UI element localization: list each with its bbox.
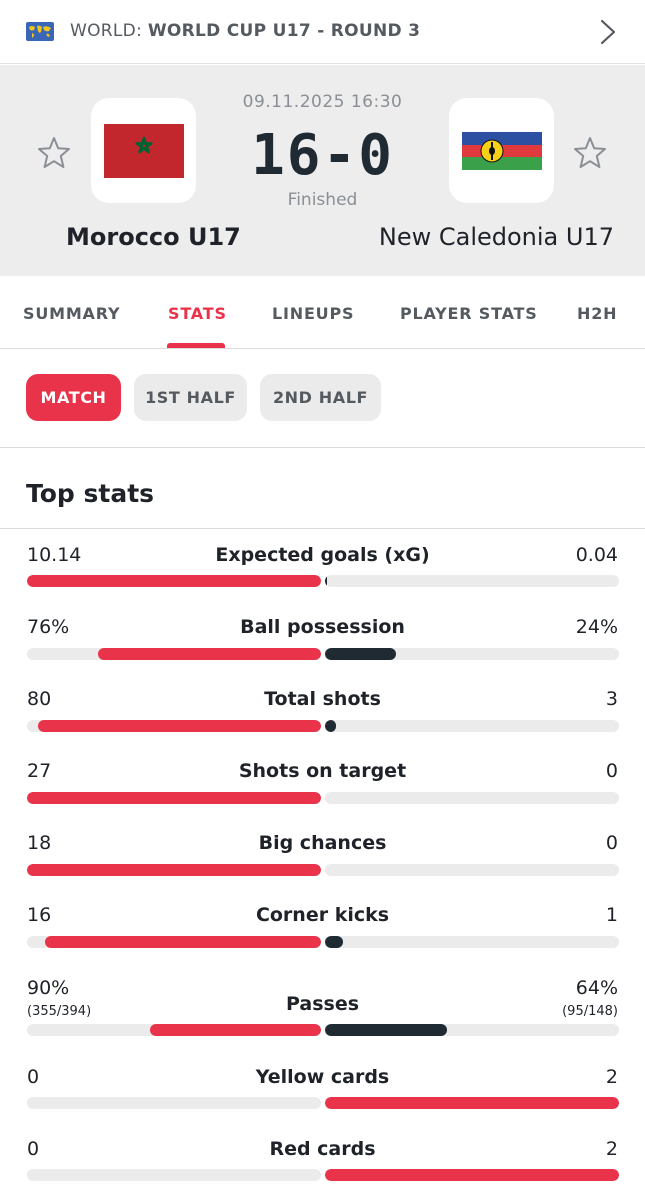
match-header: 09.11.2025 16:30 16-0 Finished Morocco U… (0, 65, 645, 276)
away-bar-track (325, 648, 619, 660)
tab-h2h[interactable]: H2H (577, 304, 617, 323)
home-bar-track (27, 575, 321, 587)
stat-away-value: 3 (605, 688, 618, 710)
home-bar-track (27, 1024, 321, 1036)
stat-away-value: 64% (575, 977, 618, 999)
section-title: Top stats (26, 479, 155, 508)
home-bar-fill (98, 648, 321, 660)
stat-label: Passes (285, 993, 360, 1015)
away-bar-track (325, 720, 619, 732)
stat-label: Expected goals (xG) (215, 544, 430, 566)
away-bar-fill (325, 936, 343, 948)
away-bar-fill (325, 1024, 447, 1036)
period-filter: MATCH 1ST HALF 2ND HALF (0, 350, 645, 448)
period-chip-match[interactable]: MATCH (26, 374, 121, 421)
stat-away-value: 0 (605, 760, 618, 782)
competition-name: WORLD CUP U17 - ROUND 3 (147, 21, 421, 41)
home-bar-track (27, 792, 321, 804)
away-bar-fill (325, 1169, 619, 1181)
home-bar-fill (27, 575, 321, 587)
tab-player-stats[interactable]: PLAYER STATS (400, 304, 538, 323)
stat-away-value: 0.04 (575, 544, 618, 566)
home-bar-fill (150, 1024, 321, 1036)
stat-label: Red cards (269, 1138, 376, 1160)
away-bar-fill (325, 720, 336, 732)
stat-label: Shots on target (238, 760, 407, 782)
stat-label: Total shots (264, 688, 381, 710)
stat-label: Yellow cards (255, 1066, 390, 1088)
home-bar-fill (38, 720, 321, 732)
stat-away-value: 2 (605, 1066, 618, 1088)
home-bar-fill (27, 864, 321, 876)
favorite-star-icon[interactable] (572, 135, 608, 171)
away-bar-fill (325, 648, 396, 660)
competition-bar[interactable]: WORLD: WORLD CUP U17 - ROUND 3 (0, 0, 645, 64)
competition-country: WORLD: (70, 21, 143, 41)
match-tabs: SUMMARY STATS LINEUPS PLAYER STATS H2H (0, 276, 645, 349)
away-bar-track (325, 1169, 619, 1181)
home-bar-track (27, 864, 321, 876)
section-divider (0, 528, 645, 529)
away-bar-fill (325, 1097, 619, 1109)
away-bar-track (325, 792, 619, 804)
stat-label: Ball possession (240, 616, 405, 638)
away-team-logo[interactable] (449, 98, 554, 203)
stat-away-value: 0 (605, 832, 618, 854)
stat-away-subvalue: (95/148) (562, 1004, 618, 1019)
home-bar-fill (27, 792, 321, 804)
away-bar-track (325, 575, 619, 587)
active-tab-indicator (167, 343, 225, 348)
competition-title: WORLD: WORLD CUP U17 - ROUND 3 (70, 21, 420, 41)
home-bar-fill (45, 936, 321, 948)
period-chip-2nd-half[interactable]: 2ND HALF (260, 374, 381, 421)
stat-away-value: 2 (605, 1138, 618, 1160)
stat-home-subvalue: (355/394) (27, 1004, 92, 1019)
home-bar-track (27, 1169, 321, 1181)
away-bar-fill (325, 575, 327, 587)
away-bar-track (325, 1024, 619, 1036)
new-caledonia-flag-icon (461, 131, 542, 170)
away-bar-track (325, 936, 619, 948)
home-bar-track (27, 720, 321, 732)
stat-away-value: 1 (605, 904, 618, 926)
tab-summary[interactable]: SUMMARY (23, 304, 120, 323)
tab-stats[interactable]: STATS (168, 304, 227, 323)
away-bar-track (325, 864, 619, 876)
tab-lineups[interactable]: LINEUPS (272, 304, 354, 323)
period-chip-1st-half[interactable]: 1ST HALF (134, 374, 247, 421)
home-bar-track (27, 936, 321, 948)
stat-label: Big chances (258, 832, 387, 854)
home-bar-track (27, 1097, 321, 1109)
stat-away-value: 24% (575, 616, 618, 638)
away-team-name[interactable]: New Caledonia U17 (379, 223, 614, 251)
world-map-icon (26, 22, 54, 41)
home-bar-track (27, 648, 321, 660)
chevron-right-icon[interactable] (599, 18, 617, 46)
stat-label: Corner kicks (255, 904, 390, 926)
away-bar-track (325, 1097, 619, 1109)
home-team-name[interactable]: Morocco U17 (66, 223, 241, 251)
